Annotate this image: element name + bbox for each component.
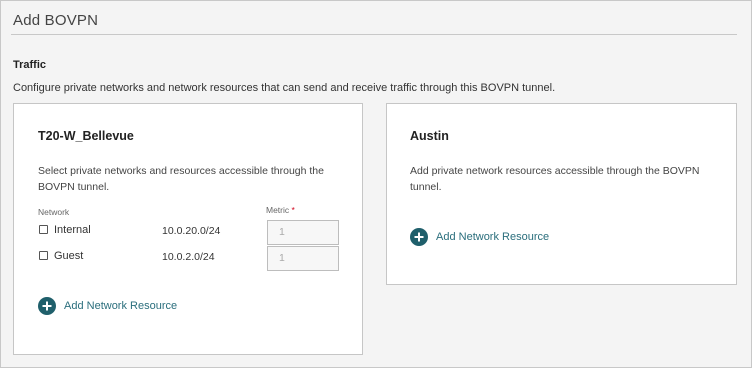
local-add-network-resource-button[interactable]: Add Network Resource	[38, 297, 177, 315]
network-row-internal: Internal 10.0.20.0/24 1	[14, 220, 362, 245]
network-address: 10.0.20.0/24	[162, 225, 221, 237]
add-bovpn-panel: Add BOVPN Traffic Configure private netw…	[0, 0, 752, 368]
local-device-card: T20-W_Bellevue Select private networks a…	[13, 103, 363, 355]
add-network-resource-label[interactable]: Add Network Resource	[436, 231, 549, 243]
remote-add-network-resource-button[interactable]: Add Network Resource	[410, 228, 549, 246]
page-title: Add BOVPN	[13, 12, 99, 29]
network-column-label: Network	[38, 207, 70, 217]
required-marker: *	[291, 205, 295, 215]
remote-device-description: Add private network resources accessible…	[410, 165, 700, 193]
network-name: Internal	[54, 224, 91, 236]
add-network-resource-label[interactable]: Add Network Resource	[64, 300, 177, 312]
network-address: 10.0.2.0/24	[162, 251, 215, 263]
network-row-guest: Guest 10.0.2.0/24 1	[14, 246, 362, 271]
traffic-description: Configure private networks and network r…	[13, 82, 556, 94]
metric-column-label: Metric *	[266, 205, 295, 215]
title-divider	[11, 34, 737, 35]
remote-device-card: Austin Add private network resources acc…	[386, 103, 737, 285]
internal-metric-input[interactable]: 1	[267, 220, 339, 245]
local-device-title: T20-W_Bellevue	[38, 129, 134, 143]
plus-circle-icon[interactable]	[410, 228, 428, 246]
traffic-heading: Traffic	[13, 59, 47, 71]
network-name: Guest	[54, 250, 84, 262]
guest-metric-input[interactable]: 1	[267, 246, 339, 271]
remote-device-title: Austin	[410, 129, 449, 143]
internal-checkbox[interactable]	[39, 225, 48, 234]
local-device-description: Select private networks and resources ac…	[38, 165, 324, 193]
guest-checkbox[interactable]	[39, 251, 48, 260]
plus-circle-icon[interactable]	[38, 297, 56, 315]
metric-label-text: Metric	[266, 205, 290, 215]
